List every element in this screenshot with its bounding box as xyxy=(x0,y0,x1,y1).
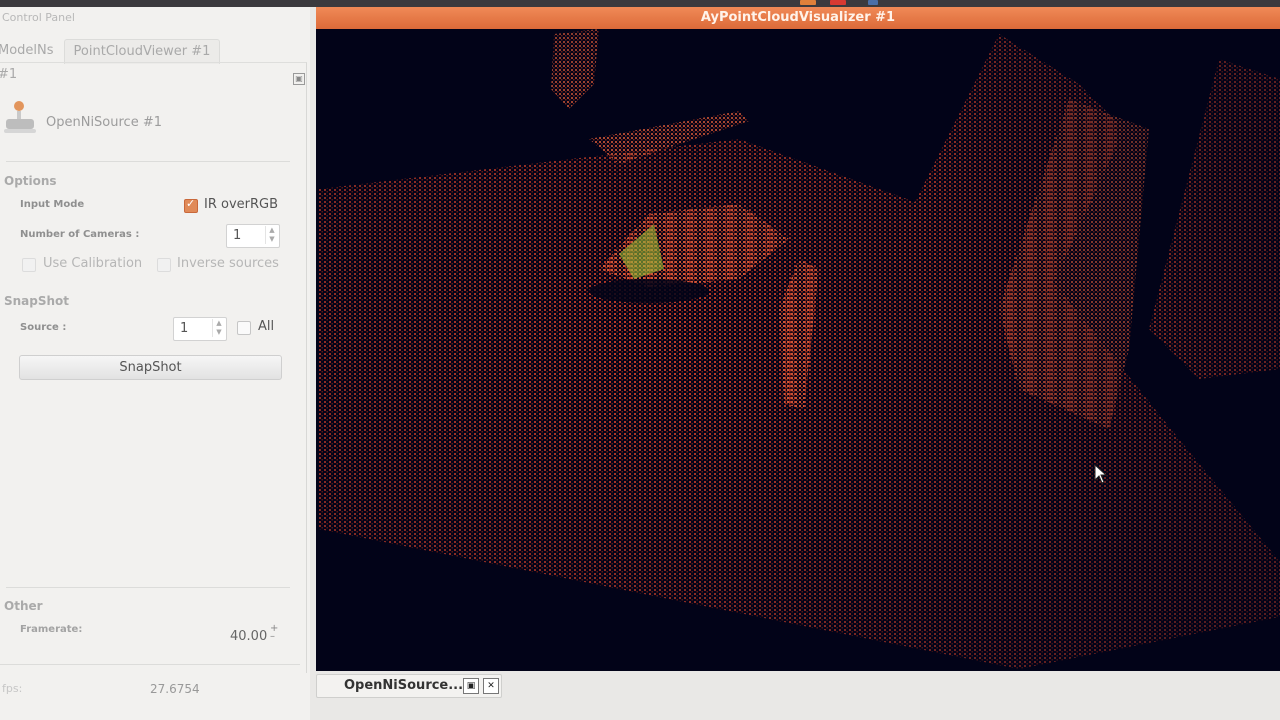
cursor-icon xyxy=(1094,464,1108,484)
snapshot-button[interactable]: SnapShot xyxy=(19,355,282,380)
panel-tab-bar: ModelNs #1 PointCloudViewer #1 xyxy=(0,33,310,82)
all-checkbox[interactable] xyxy=(237,321,251,335)
bottom-dock: OpenNiSource... ▣ ✕ xyxy=(316,672,1280,720)
framerate-stepper-icon[interactable]: + – xyxy=(270,624,278,642)
num-cameras-value: 1 xyxy=(233,228,242,243)
all-label: All xyxy=(258,319,275,334)
close-icon[interactable]: ✕ xyxy=(483,678,499,694)
options-section-title: Options xyxy=(4,174,57,188)
dock-tab-label: OpenNiSource... xyxy=(344,678,464,693)
tray-icon xyxy=(830,0,846,5)
inverse-sources-label: Inverse sources xyxy=(177,256,279,271)
point-cloud-view[interactable] xyxy=(319,29,1280,669)
use-calibration-checkbox[interactable] xyxy=(22,258,36,272)
ir-over-rgb-label: IR overRGB xyxy=(204,197,279,212)
tray-icon xyxy=(800,0,816,5)
spin-arrows-icon[interactable]: ▲ ▼ xyxy=(212,319,225,337)
fps-value: 27.6754 xyxy=(150,682,200,696)
snapshot-section-title: SnapShot xyxy=(4,294,70,308)
use-calibration-label: Use Calibration xyxy=(43,256,143,271)
restore-icon[interactable]: ▣ xyxy=(463,678,479,694)
tab-models[interactable]: ModelNs #1 xyxy=(0,39,64,82)
visualizer-window: AyPointCloudVisualizer #1 xyxy=(316,7,1280,671)
tray-icon xyxy=(868,0,878,5)
framerate-label: Framerate: xyxy=(20,624,83,635)
divider xyxy=(6,587,290,588)
spin-arrows-icon[interactable]: ▲ ▼ xyxy=(265,226,278,244)
source-spinbox[interactable]: 1 ▲ ▼ xyxy=(173,317,227,341)
fps-label: fps: xyxy=(2,682,23,695)
divider xyxy=(6,161,290,162)
tab-pointcloudviewer[interactable]: PointCloudViewer #1 xyxy=(64,39,220,64)
input-mode-label: Input Mode xyxy=(20,199,85,210)
system-top-strip xyxy=(0,0,1280,7)
inverse-sources-checkbox[interactable] xyxy=(157,258,171,272)
control-panel: Control Panel ModelNs #1 PointCloudViewe… xyxy=(0,7,310,720)
source-value: 1 xyxy=(180,321,189,336)
dock-tab-openni[interactable]: OpenNiSource... ▣ ✕ xyxy=(316,674,502,698)
panel-title: Control Panel xyxy=(2,11,75,24)
kinect-camera-icon xyxy=(4,101,36,133)
visualizer-title-bar[interactable]: AyPointCloudVisualizer #1 xyxy=(316,7,1280,29)
divider xyxy=(0,664,300,665)
framerate-value[interactable]: 40.00 xyxy=(230,629,267,644)
num-cameras-spinbox[interactable]: 1 ▲ ▼ xyxy=(226,224,280,248)
ir-over-rgb-checkbox[interactable] xyxy=(184,197,198,213)
float-icon[interactable]: ▣ xyxy=(293,73,305,85)
num-cameras-label: Number of Cameras : xyxy=(20,229,140,240)
source-label: Source : xyxy=(20,322,67,333)
other-section-title: Other xyxy=(4,599,43,613)
source-name: OpenNiSource #1 xyxy=(46,115,163,130)
visualizer-title: AyPointCloudVisualizer #1 xyxy=(700,10,896,25)
